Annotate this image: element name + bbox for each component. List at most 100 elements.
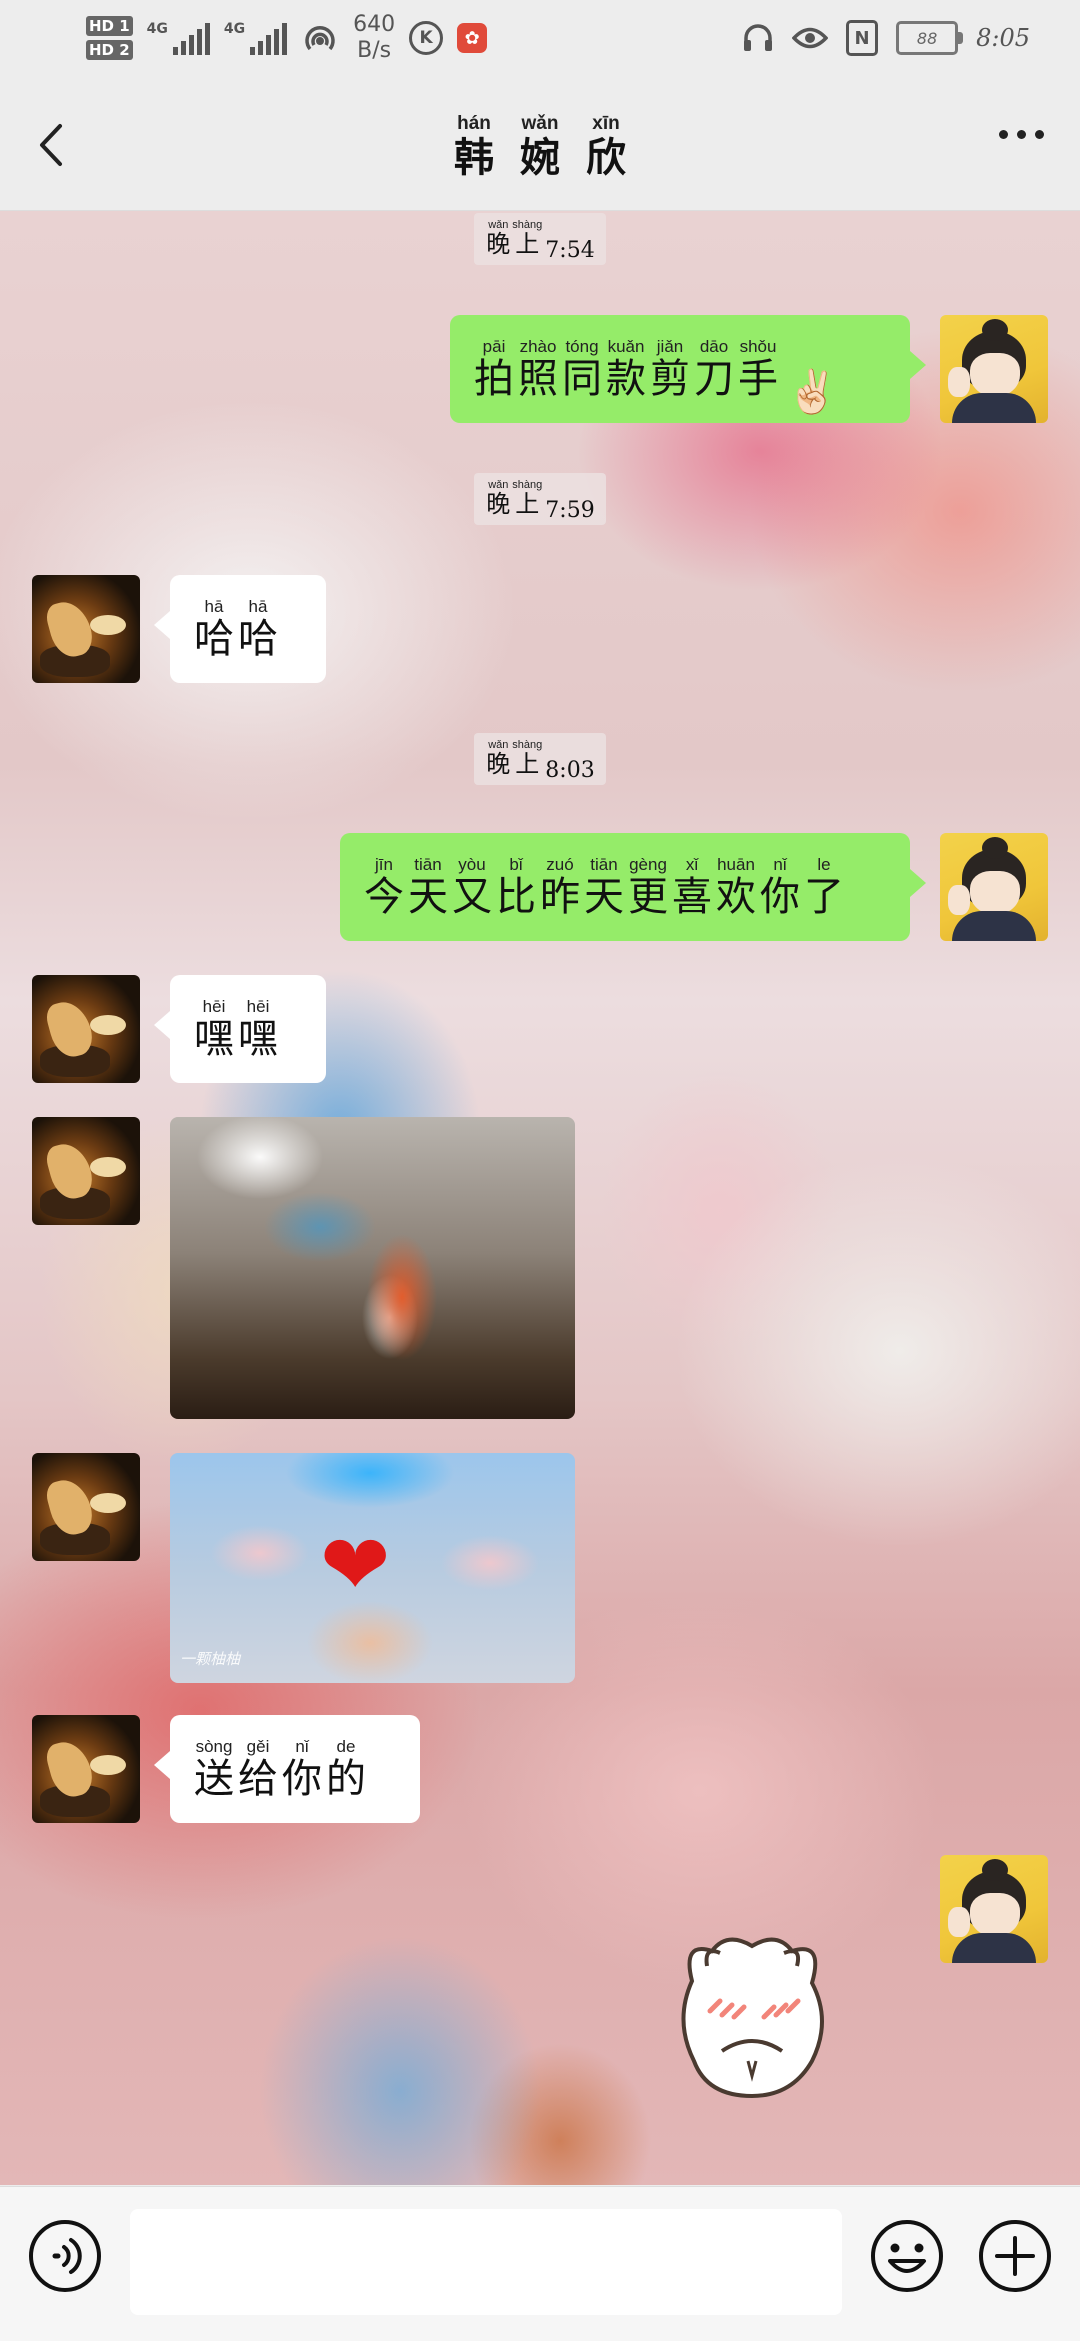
- hotspot-icon: [305, 25, 335, 51]
- hanzi: 今: [364, 874, 404, 920]
- status-left: HD 1 HD 2 4G 4G 640 B/s K ✿: [86, 12, 488, 64]
- hanzi: 婉: [520, 134, 560, 181]
- voice-icon[interactable]: [28, 2219, 102, 2293]
- app-notification-icon: ✿: [457, 23, 488, 53]
- hanzi: 上: [515, 490, 540, 519]
- ruby-char: gěi 给: [238, 1738, 278, 1800]
- ruby-char: shàng 上: [512, 740, 542, 777]
- hanzi: 送: [194, 1756, 234, 1802]
- hanzi: 款: [606, 356, 646, 402]
- ruby-char: wǎn 晚: [486, 220, 510, 257]
- contact-avatar[interactable]: [32, 1117, 140, 1225]
- hanzi: 的: [326, 1756, 366, 1802]
- hanzi: 给: [238, 1756, 278, 1802]
- network-speed: 640 B/s: [353, 12, 395, 64]
- contact-avatar[interactable]: [32, 1715, 140, 1823]
- hanzi: 照: [518, 356, 558, 402]
- ruby-char: xīn 欣: [573, 114, 639, 179]
- ruby-char: shǒu 手: [738, 338, 778, 400]
- pinyin: le: [817, 855, 831, 874]
- pinyin: nǐ: [773, 855, 787, 874]
- ruby-char: huān 欢: [716, 856, 756, 918]
- hanzi: 你: [760, 874, 800, 920]
- message-input[interactable]: [130, 2209, 842, 2315]
- ruby-char: hán 韩: [441, 114, 507, 179]
- message-text: pāi 拍 zhào 照 tóng 同 kuǎn 款 jiǎn 剪 dāo 刀 shǒu 手: [472, 338, 780, 400]
- ruby-char: nǐ 你: [760, 856, 800, 918]
- hd-indicator: HD 1 HD 2: [86, 16, 133, 60]
- contact-avatar[interactable]: [32, 575, 140, 683]
- ruby-char: wǎn 晚: [486, 740, 510, 777]
- hanzi: 你: [282, 1756, 322, 1802]
- more-dots-icon[interactable]: [999, 130, 1044, 139]
- ruby-char: le 了: [804, 856, 844, 918]
- message-bubble-incoming[interactable]: hēi 嘿 hēi 嘿: [154, 975, 326, 1083]
- pinyin: pāi: [482, 337, 506, 356]
- my-avatar[interactable]: [940, 1855, 1048, 1963]
- ruby-char: tiān 天: [408, 856, 448, 918]
- ruby-char: kuǎn 款: [606, 338, 646, 400]
- pinyin: hā: [248, 597, 268, 616]
- pinyin: yòu: [458, 855, 486, 874]
- contact-avatar[interactable]: [32, 1453, 140, 1561]
- hanzi: 嘿: [238, 1016, 278, 1062]
- pinyin: huān: [717, 855, 755, 874]
- timestamp-ruby: wǎn 晚 shàng 上: [485, 740, 543, 777]
- pinyin: zuó: [546, 855, 574, 874]
- message-bubble-incoming[interactable]: hā 哈 hā 哈: [154, 575, 326, 683]
- my-avatar[interactable]: [940, 833, 1048, 941]
- message-text: hēi 嘿 hēi 嘿: [192, 998, 280, 1060]
- headphones-icon: [744, 24, 773, 51]
- hanzi: 又: [452, 874, 492, 920]
- my-avatar[interactable]: [940, 315, 1048, 423]
- pinyin: sòng: [195, 1737, 233, 1756]
- chat-area[interactable]: wǎn 晚 shàng 上 7:54 pāi 拍 zhào 照 tóng 同 kuǎn 款 jiǎn 剪…: [0, 211, 1080, 2185]
- ruby-char: nǐ 你: [282, 1738, 322, 1800]
- pinyin: hēi: [246, 997, 270, 1016]
- pinyin: bǐ: [509, 855, 523, 874]
- nfc-icon: N: [846, 20, 879, 56]
- ruby-char: bǐ 比: [496, 856, 536, 918]
- timestamp-time: 7:59: [545, 498, 595, 523]
- signal2-icon: 4G: [224, 21, 288, 55]
- bear-sticker[interactable]: [652, 1911, 852, 2111]
- hanzi: 上: [515, 750, 540, 779]
- emoji-icon[interactable]: [870, 2219, 944, 2293]
- pinyin: jiǎn: [656, 337, 684, 356]
- pinyin: nǐ: [295, 1737, 309, 1756]
- battery-icon: 88: [896, 21, 964, 55]
- pinyin: tiān: [414, 855, 442, 874]
- hanzi: 哈: [238, 616, 278, 662]
- photo-watermark: 一颗柚柚: [180, 1650, 241, 1668]
- timestamp: wǎn 晚 shàng 上 7:59: [474, 473, 606, 525]
- pinyin: de: [336, 1737, 356, 1756]
- ruby-char: zhào 照: [518, 338, 558, 400]
- battery-level: 88: [916, 28, 938, 48]
- pinyin: shǒu: [739, 337, 777, 356]
- pinyin: gěi: [246, 1737, 270, 1756]
- pinyin: wǎn: [521, 113, 559, 134]
- photo-message[interactable]: ❤ 一颗柚柚: [170, 1453, 575, 1683]
- hd2-label: HD 2: [86, 40, 133, 60]
- message-bubble-outgoing[interactable]: jīn 今 tiān 天 yòu 又 bǐ 比 zuó 昨 tiān 天 gèng 更 xǐ 喜 huān 欢 nǐ…: [340, 833, 926, 941]
- photo-message[interactable]: [170, 1117, 575, 1419]
- pinyin: dāo: [699, 337, 729, 356]
- ruby-char: hēi 嘿: [238, 998, 278, 1060]
- hanzi: 拍: [474, 356, 514, 402]
- contact-avatar[interactable]: [32, 975, 140, 1083]
- plus-icon[interactable]: [978, 2219, 1052, 2293]
- input-bar: [0, 2186, 1080, 2341]
- timestamp: wǎn 晚 shàng 上 8:03: [474, 733, 606, 785]
- pinyin: tóng: [565, 337, 599, 356]
- pinyin: tiān: [590, 855, 618, 874]
- message-bubble-outgoing[interactable]: pāi 拍 zhào 照 tóng 同 kuǎn 款 jiǎn 剪 dāo 刀 shǒu 手 ✌🏻: [450, 315, 926, 423]
- pinyin: hā: [204, 597, 224, 616]
- pinyin: hēi: [202, 997, 226, 1016]
- timestamp-time: 7:54: [545, 238, 595, 263]
- message-text: jīn 今 tiān 天 yòu 又 bǐ 比 zuó 昨 tiān 天 gèng 更 xǐ 喜 huān 欢 nǐ…: [362, 856, 846, 918]
- clock: 8:05: [976, 24, 1030, 52]
- hanzi: 上: [515, 230, 540, 259]
- ruby-char: hā 哈: [194, 598, 234, 660]
- message-bubble-incoming[interactable]: sòng 送 gěi 给 nǐ 你 de 的: [154, 1715, 420, 1823]
- hanzi: 剪: [650, 356, 690, 402]
